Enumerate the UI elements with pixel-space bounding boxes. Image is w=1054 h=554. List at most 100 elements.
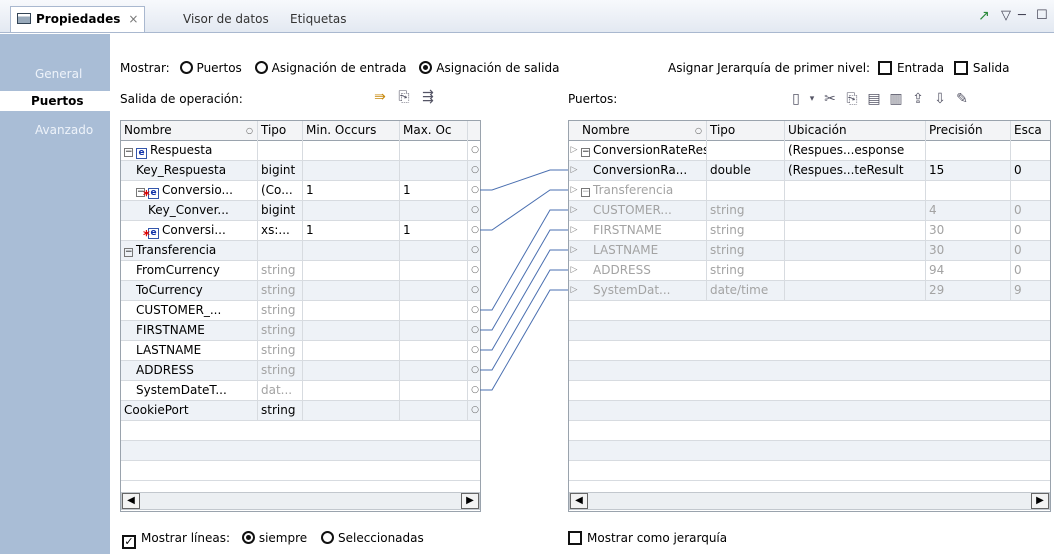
view-menu-icon[interactable]: ▽ (1001, 8, 1011, 23)
table-row[interactable]: ▷ ADDRESS string 94 0 (569, 261, 1050, 281)
column-header-nombre[interactable]: Nombre ○ (121, 121, 258, 141)
table-row[interactable]: SystemDateT... dat... ○ (121, 381, 480, 401)
ports-grid[interactable]: Nombre ○ Tipo Ubicación Precisión Esca ▷ −… (568, 120, 1051, 512)
move-down-icon[interactable]: ⇩ (932, 91, 948, 107)
table-row[interactable]: ▷−ConversionRateResponse (Respues...espon… (569, 141, 1050, 161)
table-row[interactable]: ▷ CUSTOMER... string 4 0 (569, 201, 1050, 221)
table-row[interactable]: FromCurrency string ○ (121, 261, 480, 281)
table-row[interactable]: Key_Conver... bigint ○ (121, 201, 480, 221)
column-header-min-occurs[interactable]: Min. Occurs (303, 121, 400, 141)
table-row[interactable]: LASTNAME string ○ (121, 341, 480, 361)
table-row[interactable]: ▷ LASTNAME string 30 0 (569, 241, 1050, 261)
column-header-nombre[interactable]: Nombre ○ (579, 121, 707, 141)
input-arrow-icon[interactable]: ▷ (569, 261, 579, 281)
connector-dot-icon[interactable]: ○ (470, 241, 480, 261)
connector-dot-icon[interactable]: ○ (470, 181, 480, 201)
input-arrow-icon[interactable]: ▷ (569, 141, 579, 161)
table-row[interactable]: CookiePort string ○ (121, 401, 480, 421)
cut-icon[interactable]: ✂ (822, 91, 838, 107)
checkbox-salida[interactable]: Salida (953, 61, 1010, 75)
checkbox-show-hierarchy[interactable]: Mostrar como jerarquía (568, 531, 727, 545)
input-arrow-icon[interactable]: ▷ (569, 221, 579, 241)
column-header-ubicacion[interactable]: Ubicación (785, 121, 926, 141)
tab-etiquetas[interactable]: Etiquetas (283, 6, 354, 32)
collapse-icon[interactable]: − (124, 148, 133, 157)
input-arrow-icon[interactable]: ▷ (569, 161, 579, 181)
input-arrow-icon[interactable]: ▷ (569, 201, 579, 221)
checkbox-entrada[interactable]: Entrada (877, 61, 944, 75)
connector-dot-icon[interactable]: ○ (470, 141, 480, 161)
radio-puertos[interactable]: Puertos (179, 61, 242, 75)
column-header-tipo[interactable]: Tipo (707, 121, 785, 141)
collapse-icon[interactable]: − (581, 148, 590, 157)
delete-icon[interactable]: ▥ (888, 91, 904, 107)
radio-seleccionadas[interactable]: Seleccionadas (320, 531, 424, 545)
horizontal-scrollbar[interactable]: ◀ ▶ (569, 492, 1050, 510)
table-row[interactable]: e * Conversi... xs:... 1 1 ○ (121, 221, 480, 241)
scroll-left-icon[interactable]: ◀ (570, 493, 588, 509)
column-header-max-occurs[interactable]: Max. Oc (400, 121, 468, 141)
sidebar-item-general[interactable]: General (0, 64, 110, 84)
table-row[interactable]: ▷ ConversionRa... double (Respues...teResul… (569, 161, 1050, 181)
operation-output-grid[interactable]: Nombre ○ Tipo Min. Occurs Max. Oc − e Respu… (120, 120, 481, 512)
mapping-line[interactable] (480, 269, 568, 371)
tab-propiedades[interactable]: Propiedades × (10, 6, 146, 32)
sidebar-item-puertos[interactable]: Puertos (0, 91, 110, 111)
maximize-icon[interactable]: ☐ (1036, 8, 1048, 23)
table-row[interactable]: − e * Conversio... (Co... 1 1 ○ (121, 181, 480, 201)
connector-dot-icon[interactable]: ○ (470, 161, 480, 181)
table-row[interactable]: FIRSTNAME string ○ (121, 321, 480, 341)
column-header-precision[interactable]: Precisión (926, 121, 1011, 141)
collapse-icon[interactable]: − (124, 248, 133, 257)
scroll-right-icon[interactable]: ▶ (461, 493, 479, 509)
paste-icon[interactable]: ▤ (866, 91, 882, 107)
map-ports-icon[interactable]: ⇶ (420, 89, 436, 105)
scroll-left-icon[interactable]: ◀ (122, 493, 140, 509)
table-row[interactable]: − e Respuesta ○ (121, 141, 480, 161)
edit-icon[interactable]: ✎ (954, 91, 970, 107)
column-header-escala[interactable]: Esca (1011, 121, 1050, 141)
connector-dot-icon[interactable]: ○ (470, 261, 480, 281)
radio-siempre[interactable]: siempre (241, 531, 307, 545)
connector-dot-icon[interactable]: ○ (470, 221, 480, 241)
mapping-line[interactable] (480, 289, 568, 391)
dropdown-arrow-icon[interactable]: ▾ (804, 91, 820, 107)
input-arrow-icon[interactable]: ▷ (569, 281, 579, 301)
table-row[interactable]: ▷ FIRSTNAME string 30 0 (569, 221, 1050, 241)
connector-dot-icon[interactable]: ○ (470, 201, 480, 221)
radio-asignacion-entrada[interactable]: Asignación de entrada (254, 61, 406, 75)
connector-dot-icon[interactable]: ○ (470, 361, 480, 381)
column-header-tipo[interactable]: Tipo (258, 121, 303, 141)
radio-asignacion-salida[interactable]: Asignación de salida (419, 61, 559, 75)
connector-dot-icon[interactable]: ○ (470, 401, 480, 421)
close-icon[interactable]: × (128, 12, 138, 26)
horizontal-scrollbar[interactable]: ◀ ▶ (121, 492, 480, 510)
connector-dot-icon[interactable]: ○ (470, 281, 480, 301)
collapse-icon[interactable]: − (581, 188, 590, 197)
table-row[interactable]: Key_Respuesta bigint ○ (121, 161, 480, 181)
input-arrow-icon[interactable]: ▷ (569, 181, 579, 201)
table-row[interactable]: ToCurrency string ○ (121, 281, 480, 301)
minimize-icon[interactable]: ─ (1018, 8, 1026, 23)
table-row[interactable]: ▷ − Transferencia (569, 181, 1050, 201)
copy-icon[interactable]: ⎘ (844, 91, 860, 107)
new-view-icon[interactable]: ↗ (978, 8, 990, 24)
connector-dot-icon[interactable]: ○ (470, 301, 480, 321)
table-row[interactable]: ADDRESS string ○ (121, 361, 480, 381)
table-row[interactable]: ▷ SystemDat... date/time 29 9 (569, 281, 1050, 301)
move-up-icon[interactable]: ⇪ (910, 91, 926, 107)
table-row[interactable]: − Transferencia ○ (121, 241, 480, 261)
connector-dot-icon[interactable]: ○ (470, 321, 480, 341)
mapping-line[interactable] (480, 169, 568, 191)
connector-dot-icon[interactable]: ○ (470, 341, 480, 361)
connector-dot-icon[interactable]: ○ (470, 381, 480, 401)
copy-icon[interactable]: ⎘ (396, 89, 412, 105)
tab-visor-de-datos[interactable]: Visor de datos (176, 6, 276, 32)
auto-map-icon[interactable]: ⇛ (372, 89, 388, 105)
scroll-right-icon[interactable]: ▶ (1031, 493, 1049, 509)
new-port-icon[interactable]: ▯ (788, 91, 804, 107)
checkbox-show-lines[interactable]: ✓ Mostrar líneas: (122, 531, 230, 549)
input-arrow-icon[interactable]: ▷ (569, 241, 579, 261)
table-row[interactable]: CUSTOMER_... string ○ (121, 301, 480, 321)
sidebar-item-avanzado[interactable]: Avanzado (0, 120, 110, 140)
